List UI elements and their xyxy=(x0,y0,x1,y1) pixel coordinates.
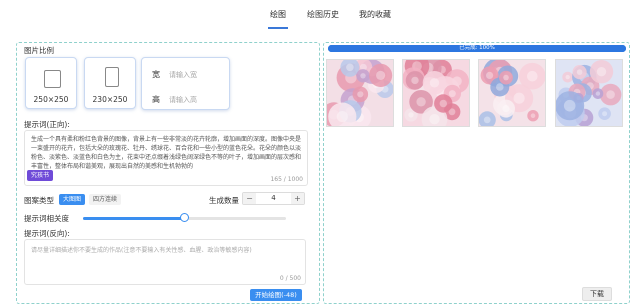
quantity-title: 生成数量 xyxy=(209,196,239,205)
flower-highlight xyxy=(411,76,419,85)
flower-highlight xyxy=(513,92,525,104)
increment-button[interactable]: + xyxy=(291,193,304,204)
flower-highlight xyxy=(502,105,510,113)
flower-highlight xyxy=(486,71,494,79)
flower-highlight xyxy=(336,111,348,123)
flower-highlight xyxy=(376,70,386,80)
negative-prompt-title: 提示词(反向): xyxy=(24,229,70,238)
flower-highlight xyxy=(496,83,504,91)
prompt-char-counter: 165 / 1000 xyxy=(270,176,303,183)
ratio-option-230x250[interactable]: 230×250 xyxy=(84,57,136,109)
ratio-label: 230×250 xyxy=(92,95,128,104)
start-drawing-button[interactable]: 开始绘图(-48) xyxy=(250,289,302,301)
flower-highlight xyxy=(596,67,607,77)
type-option-large[interactable]: 大图图 xyxy=(59,194,86,205)
prompt-text: 生成一个具有柔和粉红色背景的图像，背景上有一些非常淡的花卉轮廓，增加画面的深度。… xyxy=(31,136,301,170)
flower-highlight xyxy=(448,90,456,98)
flower-highlight xyxy=(429,114,440,125)
prompt-textarea[interactable]: 生成一个具有柔和粉红色背景的图像，背景上有一些非常淡的花卉轮廓，增加画面的深度。… xyxy=(24,130,308,186)
flower-bouquet-illustration xyxy=(479,60,545,126)
flower-highlight xyxy=(530,113,536,118)
quantity-value[interactable]: 4 xyxy=(256,193,291,204)
flower-highlight xyxy=(357,91,364,98)
relevance-slider[interactable] xyxy=(83,213,286,222)
flower-highlight xyxy=(483,116,491,124)
tab-drawing-history[interactable]: 绘图历史 xyxy=(307,9,339,20)
negative-prompt-textarea[interactable]: 请尽量详细描述你不要生成的作品(注意不要输入有关性感、血腥、政治等敏感内容) 0… xyxy=(24,239,306,285)
flower-bouquet-illustration xyxy=(327,60,393,126)
top-tab-bar: 绘图 绘图历史 我的收藏 xyxy=(0,6,640,29)
flower-highlight xyxy=(416,97,426,107)
flower-highlight xyxy=(408,112,414,118)
relevance-title: 提示词相关度 xyxy=(24,214,69,223)
width-input[interactable]: 请输入宽 xyxy=(169,70,197,80)
download-button[interactable]: 下载 xyxy=(582,287,612,301)
flower-highlight xyxy=(565,74,570,80)
active-tab-indicator xyxy=(268,27,288,29)
flower-highlight xyxy=(606,90,615,99)
ratio-label: 250×250 xyxy=(33,95,69,104)
quantity-stepper: − 4 + xyxy=(242,192,305,205)
generated-image-4[interactable] xyxy=(555,59,623,127)
generated-image-2[interactable] xyxy=(402,59,470,127)
generated-image-3[interactable] xyxy=(478,59,546,127)
prompt-title: 提示词(正向): xyxy=(24,120,70,129)
flower-bouquet-illustration xyxy=(403,60,469,126)
flower-highlight xyxy=(602,111,608,117)
flower-highlight xyxy=(503,74,509,81)
tab-drawing[interactable]: 绘图 xyxy=(270,9,286,20)
slider-handle[interactable] xyxy=(179,213,189,222)
negative-prompt-placeholder: 请尽量详细描述你不要生成的作品(注意不要输入有关性感、血腥、政治等敏感内容) xyxy=(31,247,252,254)
progress-text: 已完成: 100% xyxy=(459,45,495,51)
flower-highlight xyxy=(346,63,354,72)
height-input[interactable]: 请输入高 xyxy=(169,95,197,105)
flower-highlight xyxy=(429,78,440,88)
ratio-option-250x250[interactable]: 250×250 xyxy=(25,57,77,109)
pattern-type-title: 图案类型 xyxy=(24,196,54,205)
width-label: 宽 xyxy=(152,70,160,79)
flower-highlight xyxy=(563,99,576,112)
portrait-ratio-icon xyxy=(105,67,119,87)
flower-highlight xyxy=(527,70,538,82)
square-ratio-icon xyxy=(44,70,61,88)
flower-bouquet-illustration xyxy=(556,60,622,126)
type-option-seamless[interactable]: 四方连续 xyxy=(89,194,122,205)
slider-fill xyxy=(83,217,185,220)
custom-size-card: 宽 请输入宽 高 请输入高 xyxy=(141,57,230,110)
height-label: 高 xyxy=(152,95,160,104)
decrement-button[interactable]: − xyxy=(243,193,256,204)
flower-highlight xyxy=(360,73,366,79)
tab-my-favorites[interactable]: 我的收藏 xyxy=(359,9,391,20)
ratio-title: 图片比例 xyxy=(24,46,54,55)
flower-highlight xyxy=(595,91,601,96)
negative-char-counter: 0 / 500 xyxy=(279,275,301,282)
generated-image-1[interactable] xyxy=(326,59,394,127)
prompt-tag-badge[interactable]: 究孩书 xyxy=(27,170,54,181)
flower-highlight xyxy=(439,99,447,108)
progress-bar: 已完成: 100% xyxy=(328,45,626,52)
flower-highlight xyxy=(576,69,583,75)
